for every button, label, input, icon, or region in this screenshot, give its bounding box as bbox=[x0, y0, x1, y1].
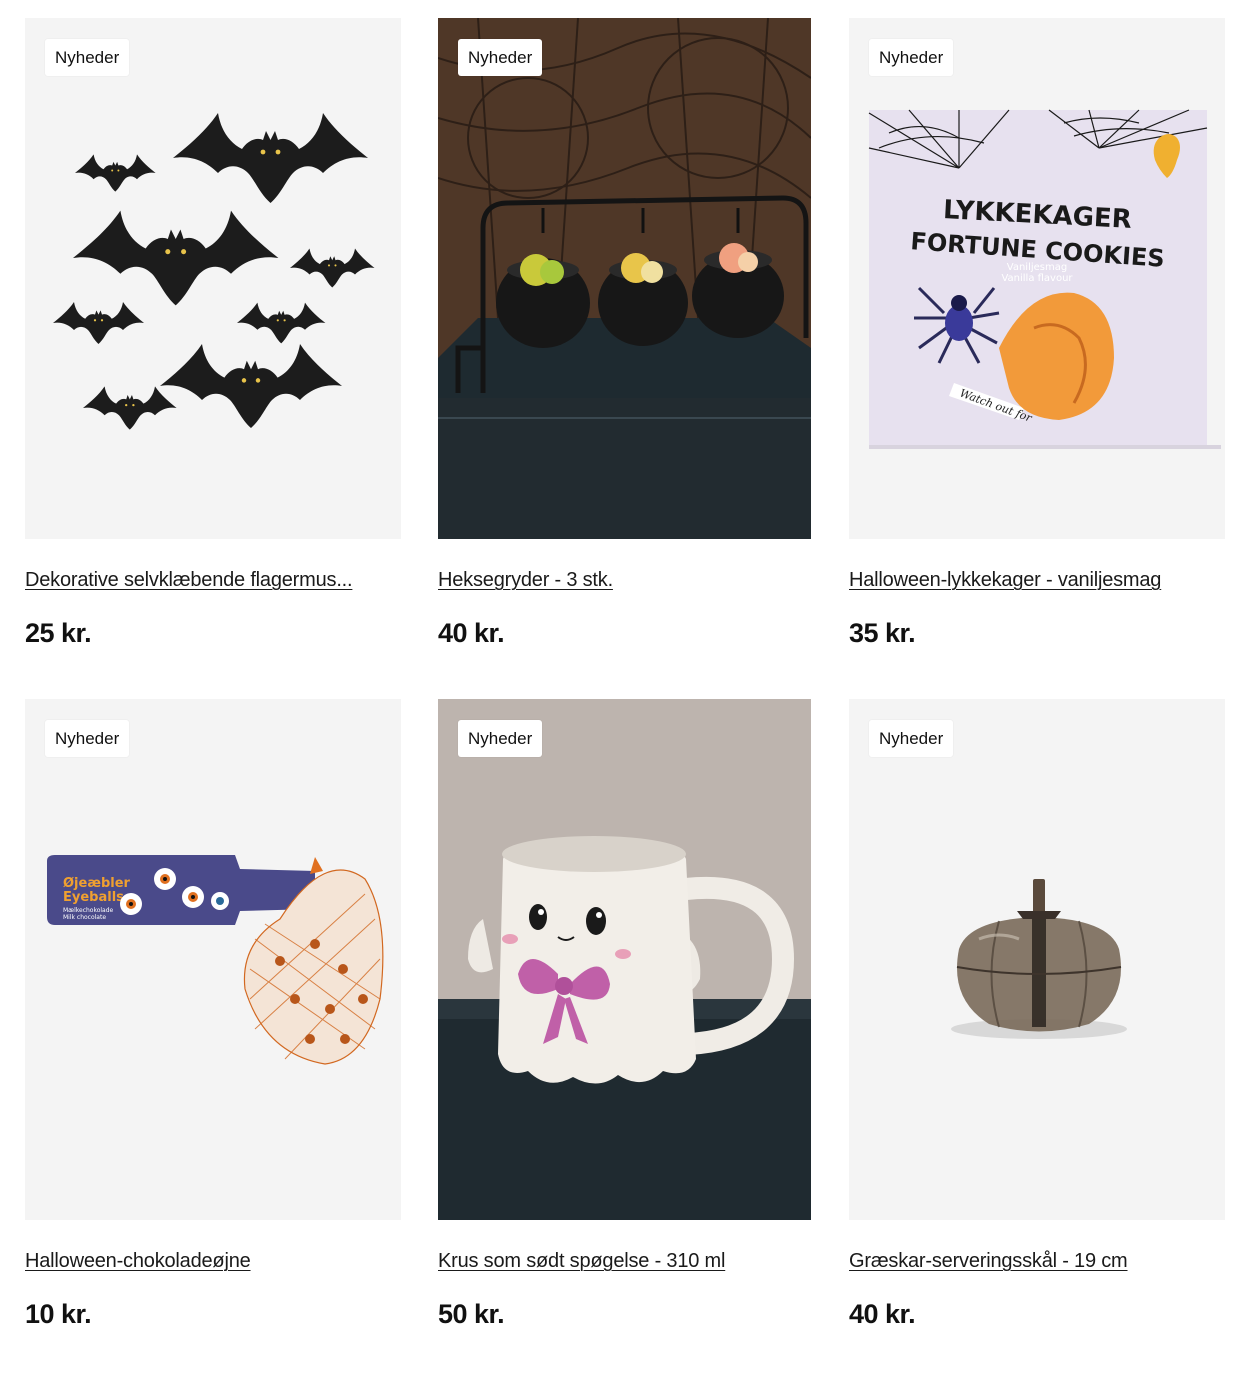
new-badge: Nyheder bbox=[458, 39, 543, 76]
packaging-title: Øjeæbler bbox=[63, 876, 131, 891]
new-badge: Nyheder bbox=[45, 39, 130, 76]
packaging-flavour: Vanilla flavour bbox=[1001, 273, 1073, 284]
product-title-link[interactable]: Halloween-chokoladeøjne bbox=[25, 1248, 401, 1274]
product-image[interactable]: Nyheder LYKKEKAGER FORTUNE COOKIES Vanil… bbox=[849, 18, 1225, 539]
product-title-link[interactable]: Halloween-lykkekager - vaniljesmag bbox=[849, 567, 1225, 593]
product-title-link[interactable]: Dekorative selvklæbende flagermus... bbox=[25, 567, 401, 593]
new-badge: Nyheder bbox=[458, 720, 543, 757]
product-title-link[interactable]: Heksegryder - 3 stk. bbox=[438, 567, 811, 593]
pumpkin-bowl-image bbox=[951, 879, 1127, 1039]
new-badge: Nyheder bbox=[869, 720, 954, 757]
product-price: 40 kr. bbox=[849, 1299, 916, 1329]
product-price: 35 kr. bbox=[849, 618, 916, 648]
witch-cauldrons-image bbox=[438, 18, 811, 539]
product-card[interactable]: Nyheder LYKKEKAGER FORTUNE COOKIES Vanil… bbox=[849, 18, 1225, 649]
product-price: 50 kr. bbox=[438, 1299, 505, 1329]
packaging-sub: Mælkechokolade bbox=[63, 907, 114, 914]
chocolate-eyeballs-image: Øjeæbler Eyeballs Mælkechokolade Milk ch… bbox=[47, 855, 384, 1065]
packaging-flavour: Vaniljesmag bbox=[1007, 262, 1067, 273]
product-card[interactable]: Nyheder bbox=[438, 18, 811, 649]
product-image[interactable]: Nyheder bbox=[849, 699, 1225, 1220]
bats-decoration-image bbox=[53, 113, 375, 430]
product-image[interactable]: Nyheder bbox=[25, 18, 401, 539]
packaging-title: Eyeballs bbox=[63, 890, 124, 905]
product-price: 40 kr. bbox=[438, 618, 505, 648]
product-title-link[interactable]: Græskar-serveringsskål - 19 cm bbox=[849, 1248, 1225, 1274]
product-card[interactable]: Nyheder Græskar-serveringsskål - 19 cm 4… bbox=[849, 699, 1225, 1330]
product-image[interactable]: Nyheder Øjeæbler Eyeballs Mælkechokolade… bbox=[25, 699, 401, 1220]
fortune-cookies-box-image: LYKKEKAGER FORTUNE COOKIES Vaniljesmag V… bbox=[868, 109, 1221, 449]
product-title-link[interactable]: Krus som sødt spøgelse - 310 ml bbox=[438, 1248, 811, 1274]
product-card[interactable]: Nyheder Øjeæbler Eyeballs Mælkechokolade… bbox=[25, 699, 401, 1330]
product-image[interactable]: Nyheder bbox=[438, 699, 811, 1220]
product-grid: Nyheder Dekorative selvklæbende flagermu… bbox=[0, 0, 1250, 1374]
product-price: 10 kr. bbox=[25, 1299, 92, 1329]
new-badge: Nyheder bbox=[45, 720, 130, 757]
packaging-sub: Milk chocolate bbox=[63, 914, 106, 921]
ghost-mug-image bbox=[438, 699, 811, 1220]
product-card[interactable]: Nyheder Dekorative selvklæbende flagermu… bbox=[25, 18, 401, 649]
product-image[interactable]: Nyheder bbox=[438, 18, 811, 539]
product-card[interactable]: Nyheder bbox=[438, 699, 811, 1330]
product-price: 25 kr. bbox=[25, 618, 92, 648]
new-badge: Nyheder bbox=[869, 39, 954, 76]
